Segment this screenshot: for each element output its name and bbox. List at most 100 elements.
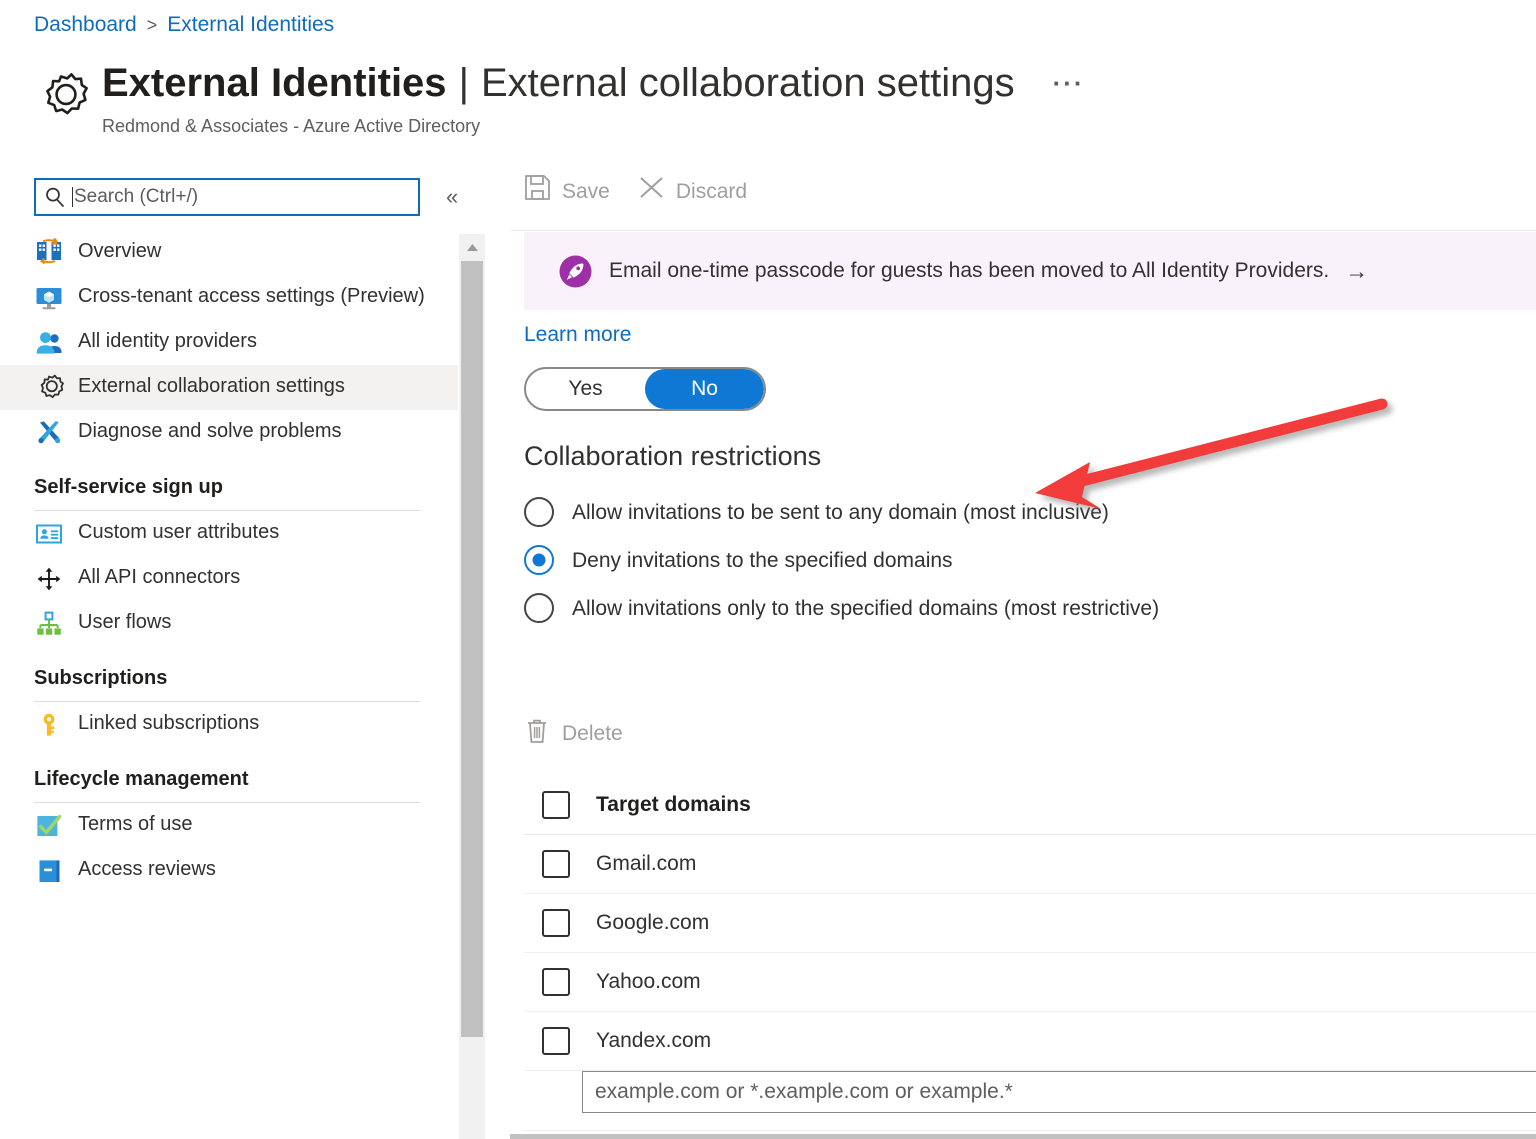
page-title-secondary: External collaboration settings [480, 61, 1015, 105]
new-domain-row [524, 1071, 1536, 1131]
table-row[interactable]: Yandex.com [524, 1012, 1536, 1071]
sidebar-group-title: Self-service sign up [34, 476, 223, 498]
learn-more-link[interactable]: Learn more [524, 320, 631, 350]
section-title-collaboration-restrictions: Collaboration restrictions [524, 441, 822, 471]
sidebar-item-all-identity-providers[interactable]: All identity providers [0, 320, 458, 365]
main-content: Save Discard Email one-time passcode for… [510, 168, 1536, 1139]
gear-icon [34, 67, 88, 125]
arrow-right-icon[interactable]: → [1345, 258, 1368, 285]
radio-label: Allow invitations to be sent to any doma… [572, 500, 1109, 524]
page-title-separator: | [458, 61, 469, 105]
row-checkbox[interactable] [542, 1027, 570, 1055]
sidebar-item-terms-of-use[interactable]: Terms of use [0, 803, 458, 848]
monitor-icon [34, 283, 64, 313]
id-card-icon [34, 519, 64, 549]
radio-option-deny-specified-domains[interactable]: Deny invitations to the specified domain… [524, 536, 1159, 584]
sidebar-item-access-reviews[interactable]: Access reviews [0, 848, 458, 893]
row-checkbox[interactable] [542, 850, 570, 878]
sidebar-group-title: Lifecycle management [34, 768, 249, 790]
radio-option-allow-only-specified-domains[interactable]: Allow invitations only to the specified … [524, 584, 1159, 632]
radio-icon[interactable] [524, 497, 554, 527]
key-icon [34, 710, 64, 740]
sidebar-item-label: All API connectors [78, 566, 241, 588]
email-otp-toggle[interactable]: Yes No [524, 367, 766, 411]
scroll-up-icon[interactable] [459, 234, 485, 260]
sidebar-item-custom-user-attributes[interactable]: Custom user attributes [0, 511, 458, 556]
sidebar-group-subscriptions: Subscriptions [0, 646, 458, 702]
table-row[interactable]: Yahoo.com [524, 953, 1536, 1012]
table-row[interactable]: Google.com [524, 894, 1536, 953]
banner-text: Email one-time passcode for guests has b… [609, 259, 1330, 282]
save-button[interactable]: Save [524, 174, 610, 209]
sidebar-item-linked-subscriptions[interactable]: Linked subscriptions [0, 702, 458, 747]
sidebar-item-cross-tenant-access-settings[interactable]: Cross-tenant access settings (Preview) [0, 275, 458, 320]
trash-icon [524, 718, 550, 750]
tools-icon [34, 418, 64, 448]
gear-icon [34, 373, 64, 403]
sidebar-group-title: Subscriptions [34, 667, 168, 689]
close-icon [638, 174, 665, 209]
table-row[interactable]: Gmail.com [524, 835, 1536, 894]
command-bar: Save Discard [524, 174, 747, 209]
sidebar-item-overview[interactable]: Overview [0, 230, 458, 275]
sidebar-item-label: External collaboration settings [78, 375, 345, 397]
overview-icon [34, 237, 64, 268]
radio-icon[interactable] [524, 593, 554, 623]
radio-option-allow-any-domain[interactable]: Allow invitations to be sent to any doma… [524, 488, 1159, 536]
row-checkbox[interactable] [542, 968, 570, 996]
horizontal-scrollbar-thumb[interactable] [510, 1134, 1536, 1139]
breadcrumb: Dashboard > External Identities [34, 10, 334, 40]
sidebar-scrollbar-thumb[interactable] [461, 261, 483, 1037]
sidebar: « [0, 168, 458, 1139]
toggle-option-yes[interactable]: Yes [526, 369, 645, 409]
sidebar-group-lifecycle-management: Lifecycle management [0, 747, 458, 803]
divider [524, 1130, 1536, 1131]
column-header-target-domains: Target domains [596, 793, 751, 816]
sidebar-item-label: Terms of use [78, 813, 193, 835]
breadcrumb-item-external-identities[interactable]: External Identities [167, 10, 334, 40]
new-domain-input[interactable] [582, 1071, 1536, 1113]
toggle-option-no[interactable]: No [645, 369, 764, 409]
sidebar-item-label: All identity providers [78, 330, 257, 352]
book-icon [34, 856, 64, 886]
search-input[interactable] [74, 186, 404, 208]
text-caret [72, 187, 73, 207]
horizontal-scrollbar-track[interactable] [510, 1134, 1536, 1139]
breadcrumb-item-dashboard[interactable]: Dashboard [34, 10, 137, 40]
more-menu-button[interactable]: ··· [1053, 68, 1085, 98]
sidebar-item-user-flows[interactable]: User flows [0, 601, 458, 646]
sidebar-item-label: Access reviews [78, 858, 216, 880]
select-all-checkbox[interactable] [542, 791, 570, 819]
collaboration-restrictions-radio-group: Allow invitations to be sent to any doma… [524, 488, 1159, 632]
cell-domain: Yahoo.com [596, 970, 701, 993]
save-icon [524, 174, 551, 209]
discard-button[interactable]: Discard [638, 174, 747, 209]
sidebar-item-all-api-connectors[interactable]: All API connectors [0, 556, 458, 601]
sidebar-item-label: Overview [78, 240, 162, 262]
sidebar-item-label: Linked subscriptions [78, 712, 260, 734]
delete-button[interactable]: Delete [524, 718, 623, 750]
sidebar-item-label: Cross-tenant access settings (Preview) [78, 285, 425, 307]
radio-icon[interactable] [524, 545, 554, 575]
search-box[interactable] [34, 178, 420, 216]
cell-domain: Yandex.com [596, 1029, 712, 1052]
page-subtitle: Redmond & Associates - Azure Active Dire… [102, 116, 481, 136]
target-domains-table: Target domains Gmail.com Google.com Yaho… [524, 776, 1536, 1071]
sidebar-nav: Overview Cross-tenant access settings (P… [0, 230, 458, 893]
collapse-sidebar-icon[interactable]: « [446, 186, 458, 208]
save-label: Save [562, 179, 610, 203]
users-icon [34, 328, 64, 358]
rocket-icon [559, 255, 592, 288]
sitemap-icon [34, 609, 64, 639]
sidebar-item-external-collaboration-settings[interactable]: External collaboration settings [0, 365, 458, 410]
sidebar-item-diagnose-and-solve-problems[interactable]: Diagnose and solve problems [0, 410, 458, 455]
breadcrumb-separator-icon: > [146, 15, 158, 35]
table-header-row: Target domains [524, 776, 1536, 835]
radio-label: Allow invitations only to the specified … [572, 596, 1160, 620]
row-checkbox[interactable] [542, 909, 570, 937]
connectors-icon [34, 564, 64, 594]
discard-label: Discard [675, 179, 748, 203]
info-banner: Email one-time passcode for guests has b… [524, 232, 1536, 310]
delete-label: Delete [562, 722, 623, 745]
sidebar-item-label: Diagnose and solve problems [78, 420, 342, 442]
